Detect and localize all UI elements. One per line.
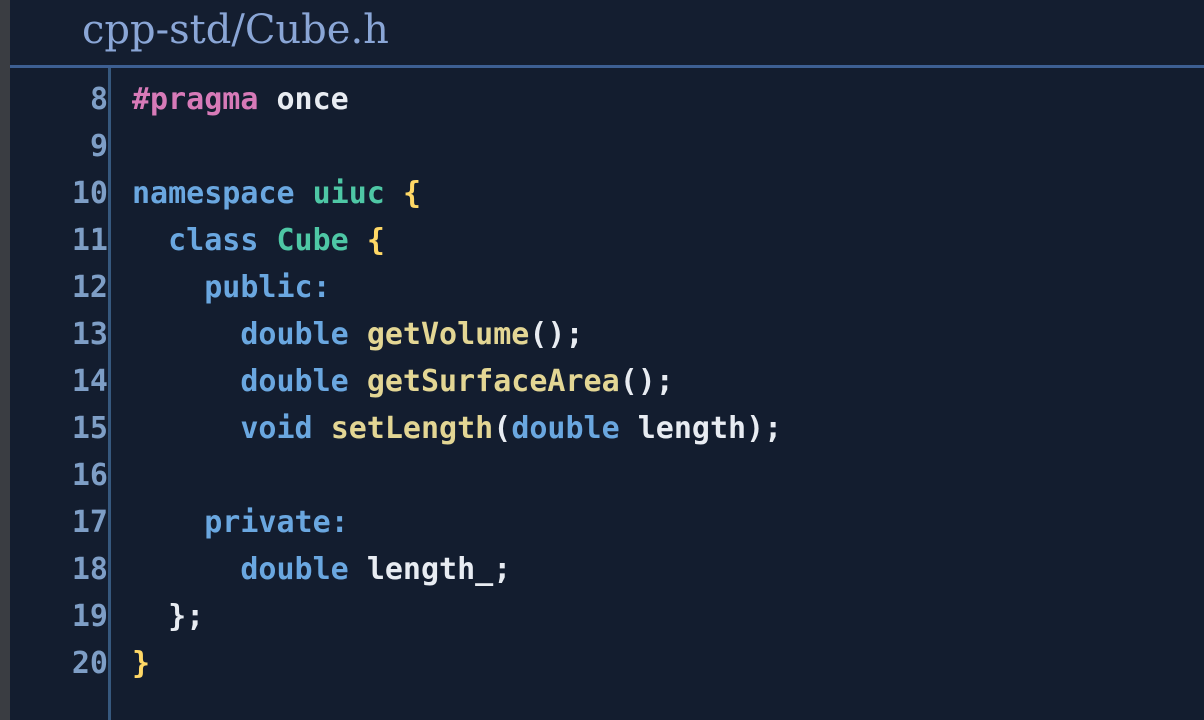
code-token: private: <box>204 505 349 540</box>
line-number: 18 <box>71 552 108 587</box>
code-token: ( <box>493 411 512 446</box>
code-line[interactable]: 12 public: <box>10 264 1204 311</box>
code-token: double <box>511 411 620 446</box>
code-line[interactable]: 9 <box>10 123 1204 170</box>
code-token: (); <box>529 317 584 352</box>
code-token: namespace <box>132 176 295 211</box>
file-title: cpp-std/Cube.h <box>82 7 389 53</box>
gutter-divider <box>108 68 111 720</box>
code-token: { <box>366 223 385 258</box>
code-token: getVolume <box>366 317 530 352</box>
line-number: 10 <box>71 176 108 211</box>
code-token: ); <box>746 411 783 446</box>
line-number: 17 <box>71 505 108 540</box>
line-number: 16 <box>71 458 108 493</box>
code-line[interactable]: 10 namespace uiuc { <box>10 170 1204 217</box>
code-token: uiuc <box>312 176 385 211</box>
code-text: }; <box>132 593 204 640</box>
code-line[interactable]: 17 private: <box>10 499 1204 546</box>
window-edge <box>0 0 10 720</box>
code-token: } <box>132 646 151 681</box>
line-number: 8 <box>89 82 108 117</box>
code-token: void <box>240 411 313 446</box>
code-token: setLength <box>330 411 494 446</box>
code-token: length <box>637 411 747 446</box>
code-token: }; <box>168 599 205 634</box>
code-line[interactable]: 13 double getVolume(); <box>10 311 1204 358</box>
code-token: getSurfaceArea <box>366 364 620 399</box>
code-token: #pragma <box>132 82 259 117</box>
code-token: once <box>276 82 349 117</box>
code-text: double getVolume(); <box>132 311 584 358</box>
code-line[interactable]: 8 #pragma once <box>10 76 1204 123</box>
code-line[interactable]: 11 class Cube { <box>10 217 1204 264</box>
line-number: 9 <box>89 129 108 164</box>
code-text: } <box>132 640 150 687</box>
code-text: namespace uiuc { <box>132 170 421 217</box>
code-token: ; <box>493 552 512 587</box>
code-text: #pragma once <box>132 76 349 123</box>
code-token: double <box>240 317 349 352</box>
code-token: public: <box>204 270 331 305</box>
code-text: public: <box>132 264 331 311</box>
line-number: 20 <box>71 646 108 681</box>
code-line[interactable]: 18 double length_; <box>10 546 1204 593</box>
line-number: 14 <box>71 364 108 399</box>
code-text: void setLength(double length); <box>132 405 782 452</box>
code-token: double <box>240 552 349 587</box>
line-number: 15 <box>71 411 108 446</box>
code-line[interactable]: 15 void setLength(double length); <box>10 405 1204 452</box>
code-line[interactable]: 16 <box>10 452 1204 499</box>
code-editor[interactable]: 8 #pragma once 9 10 namespace uiuc {11 class… <box>10 68 1204 720</box>
line-number: 12 <box>71 270 108 305</box>
code-text: double length_; <box>132 546 511 593</box>
line-number: 11 <box>71 223 108 258</box>
line-number: 13 <box>71 317 108 352</box>
title-bar: cpp-std/Cube.h <box>10 0 1204 66</box>
code-text: double getSurfaceArea(); <box>132 358 674 405</box>
code-text: private: <box>132 499 349 546</box>
line-number: 19 <box>71 599 108 634</box>
code-text: class Cube { <box>132 217 385 264</box>
code-token: double <box>240 364 349 399</box>
code-token: Cube <box>276 223 349 258</box>
code-line[interactable]: 19 }; <box>10 593 1204 640</box>
code-token: class <box>168 223 259 258</box>
code-token: length_ <box>366 552 494 587</box>
code-token: (); <box>619 364 674 399</box>
code-line[interactable]: 20} <box>10 640 1204 687</box>
code-line[interactable]: 14 double getSurfaceArea(); <box>10 358 1204 405</box>
code-token: { <box>402 176 421 211</box>
